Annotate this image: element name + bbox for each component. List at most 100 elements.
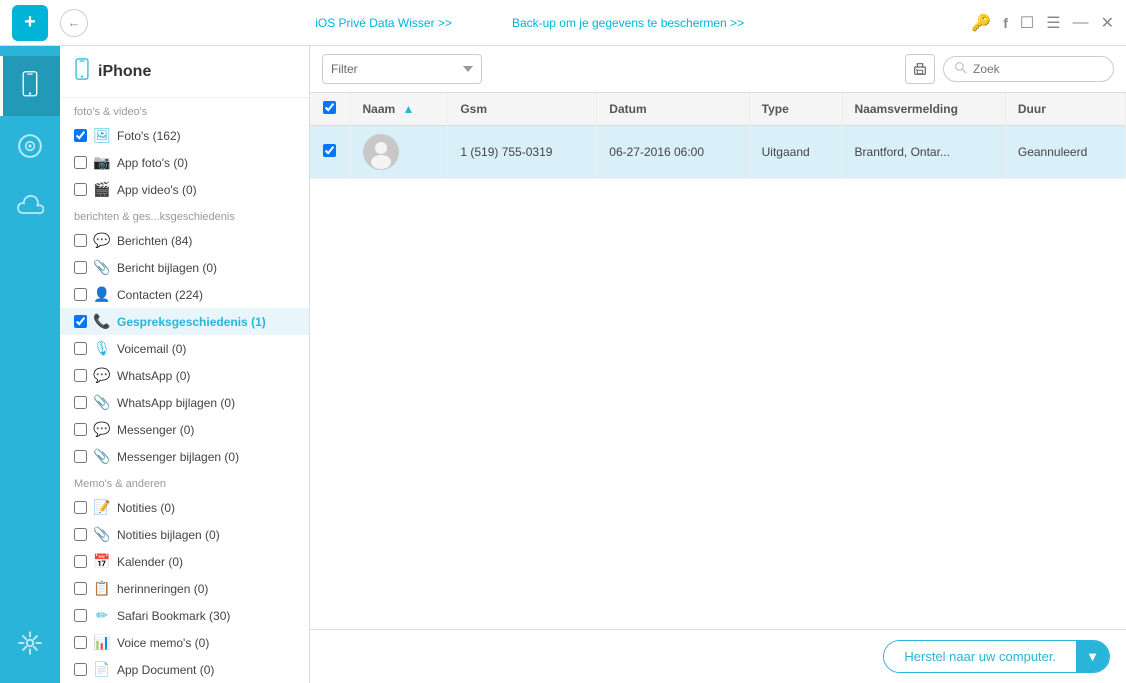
center-links: iOS Privé Data Wisser >> Back-up om je g… — [100, 16, 959, 30]
tree-item-contacten[interactable]: 👤 Contacten (224) — [60, 281, 309, 308]
search-icon — [954, 61, 967, 77]
col-type[interactable]: Type — [749, 93, 842, 126]
bericht-bijlagen-icon: 📎 — [93, 259, 111, 276]
tree-item-fotos[interactable]: 🖼 Foto's (162) — [60, 122, 309, 149]
section-label-photos: foto's & video's — [60, 98, 309, 122]
key-icon[interactable]: 🔑 — [971, 13, 991, 33]
notities-label: Notities (0) — [117, 501, 295, 515]
tree-item-whatsapp-bijlagen[interactable]: 📎 WhatsApp bijlagen (0) — [60, 389, 309, 416]
tree-item-herinneringen[interactable]: 📋 herinneringen (0) — [60, 575, 309, 602]
app-fotos-icon: 📷 — [93, 154, 111, 171]
sidebar-item-cloud[interactable] — [0, 176, 60, 236]
berichten-checkbox[interactable] — [74, 234, 87, 247]
tree-item-app-fotos[interactable]: 📷 App foto's (0) — [60, 149, 309, 176]
col-duur[interactable]: Duur — [1005, 93, 1125, 126]
tree-item-berichten[interactable]: 💬 Berichten (84) — [60, 227, 309, 254]
title-bar: + ← iOS Privé Data Wisser >> Back-up om … — [0, 0, 1126, 46]
col-naamsvermelding[interactable]: Naamsvermelding — [842, 93, 1005, 126]
tree-item-voicemail[interactable]: 🎙 Voicemail (0) — [60, 335, 309, 362]
tree-item-app-document[interactable]: 📄 App Document (0) — [60, 656, 309, 683]
table-row[interactable]: 1 (519) 755-0319 06-27-2016 06:00 Uitgaa… — [310, 126, 1126, 179]
col-naam[interactable]: Naam ▲ — [350, 93, 448, 126]
row-check-cell[interactable] — [310, 126, 350, 179]
sidebar-item-phone[interactable] — [0, 56, 60, 116]
restore-main-button[interactable]: Herstel naar uw computer. — [884, 641, 1076, 672]
device-name: iPhone — [98, 63, 151, 81]
whatsapp-bijlagen-checkbox[interactable] — [74, 396, 87, 409]
voice-memos-label: Voice memo's (0) — [117, 636, 295, 650]
voice-memos-checkbox[interactable] — [74, 636, 87, 649]
app-document-icon: 📄 — [93, 661, 111, 678]
berichten-icon: 💬 — [93, 232, 111, 249]
chat-icon[interactable]: ☐ — [1020, 13, 1034, 33]
col-gsm[interactable]: Gsm — [448, 93, 597, 126]
notities-bijlagen-checkbox[interactable] — [74, 528, 87, 541]
section-label-messages: berichten & ges...ksgeschiedenis — [60, 203, 309, 227]
tree-item-messenger[interactable]: 💬 Messenger (0) — [60, 416, 309, 443]
close-button[interactable]: ✕ — [1101, 13, 1114, 33]
messenger-bijlagen-checkbox[interactable] — [74, 450, 87, 463]
herinneringen-label: herinneringen (0) — [117, 582, 295, 596]
contacten-checkbox[interactable] — [74, 288, 87, 301]
herinneringen-icon: 📋 — [93, 580, 111, 597]
section-label-memos: Memo's & anderen — [60, 470, 309, 494]
avatar — [363, 134, 399, 170]
app-videos-checkbox[interactable] — [74, 183, 87, 196]
bericht-bijlagen-label: Bericht bijlagen (0) — [117, 261, 295, 275]
row-naam-cell — [350, 126, 448, 179]
search-box — [943, 56, 1114, 82]
tree-item-gespreksgeschiedenis[interactable]: 📞 Gespreksgeschiedenis (1) — [60, 308, 309, 335]
device-phone-icon — [74, 58, 90, 85]
search-input[interactable] — [973, 62, 1103, 76]
tree-item-whatsapp[interactable]: 💬 WhatsApp (0) — [60, 362, 309, 389]
menu-icon[interactable]: ☰ — [1046, 13, 1060, 33]
whatsapp-checkbox[interactable] — [74, 369, 87, 382]
col-check[interactable] — [310, 93, 350, 126]
tree-item-safari[interactable]: ✏ Safari Bookmark (30) — [60, 602, 309, 629]
facebook-icon[interactable]: f — [1003, 15, 1008, 31]
back-button[interactable]: ← — [60, 9, 88, 37]
app-fotos-checkbox[interactable] — [74, 156, 87, 169]
voicemail-icon: 🎙 — [93, 340, 111, 357]
messenger-checkbox[interactable] — [74, 423, 87, 436]
safari-label: Safari Bookmark (30) — [117, 609, 295, 623]
whatsapp-icon: 💬 — [93, 367, 111, 384]
privacy-link[interactable]: iOS Privé Data Wisser >> — [315, 16, 452, 30]
tree-item-kalender[interactable]: 📅 Kalender (0) — [60, 548, 309, 575]
tree-item-notities[interactable]: 📝 Notities (0) — [60, 494, 309, 521]
messenger-bijlagen-label: Messenger bijlagen (0) — [117, 450, 295, 464]
bericht-bijlagen-checkbox[interactable] — [74, 261, 87, 274]
contacten-icon: 👤 — [93, 286, 111, 303]
col-datum[interactable]: Datum — [597, 93, 749, 126]
print-button[interactable] — [905, 54, 935, 84]
app-document-checkbox[interactable] — [74, 663, 87, 676]
tree-item-bericht-bijlagen[interactable]: 📎 Bericht bijlagen (0) — [60, 254, 309, 281]
sidebar-item-tools[interactable] — [0, 613, 60, 673]
tree-item-app-videos[interactable]: 🎬 App video's (0) — [60, 176, 309, 203]
sidebar-icons — [0, 46, 60, 683]
app-fotos-label: App foto's (0) — [117, 156, 295, 170]
select-all-checkbox[interactable] — [323, 101, 336, 114]
restore-button[interactable]: Herstel naar uw computer. ▼ — [883, 640, 1110, 673]
voicemail-checkbox[interactable] — [74, 342, 87, 355]
backup-link[interactable]: Back-up om je gegevens te beschermen >> — [512, 16, 744, 30]
tree-item-voice-memos[interactable]: 📊 Voice memo's (0) — [60, 629, 309, 656]
app-videos-icon: 🎬 — [93, 181, 111, 198]
herinneringen-checkbox[interactable] — [74, 582, 87, 595]
notities-checkbox[interactable] — [74, 501, 87, 514]
left-panel: iPhone foto's & video's 🖼 Foto's (162) 📷… — [60, 46, 310, 683]
minimize-button[interactable]: — — [1073, 14, 1089, 32]
fotos-checkbox[interactable] — [74, 129, 87, 142]
messenger-icon: 💬 — [93, 421, 111, 438]
restore-arrow-button[interactable]: ▼ — [1076, 641, 1109, 672]
tree-item-messenger-bijlagen[interactable]: 📎 Messenger bijlagen (0) — [60, 443, 309, 470]
filter-select[interactable]: Filter Alle Inkomend Uitgaand Gemist — [322, 54, 482, 84]
safari-checkbox[interactable] — [74, 609, 87, 622]
kalender-checkbox[interactable] — [74, 555, 87, 568]
whatsapp-bijlagen-icon: 📎 — [93, 394, 111, 411]
kalender-label: Kalender (0) — [117, 555, 295, 569]
row-checkbox[interactable] — [323, 144, 336, 157]
tree-item-notities-bijlagen[interactable]: 📎 Notities bijlagen (0) — [60, 521, 309, 548]
gespreksgeschiedenis-checkbox[interactable] — [74, 315, 87, 328]
sidebar-item-music[interactable] — [0, 116, 60, 176]
